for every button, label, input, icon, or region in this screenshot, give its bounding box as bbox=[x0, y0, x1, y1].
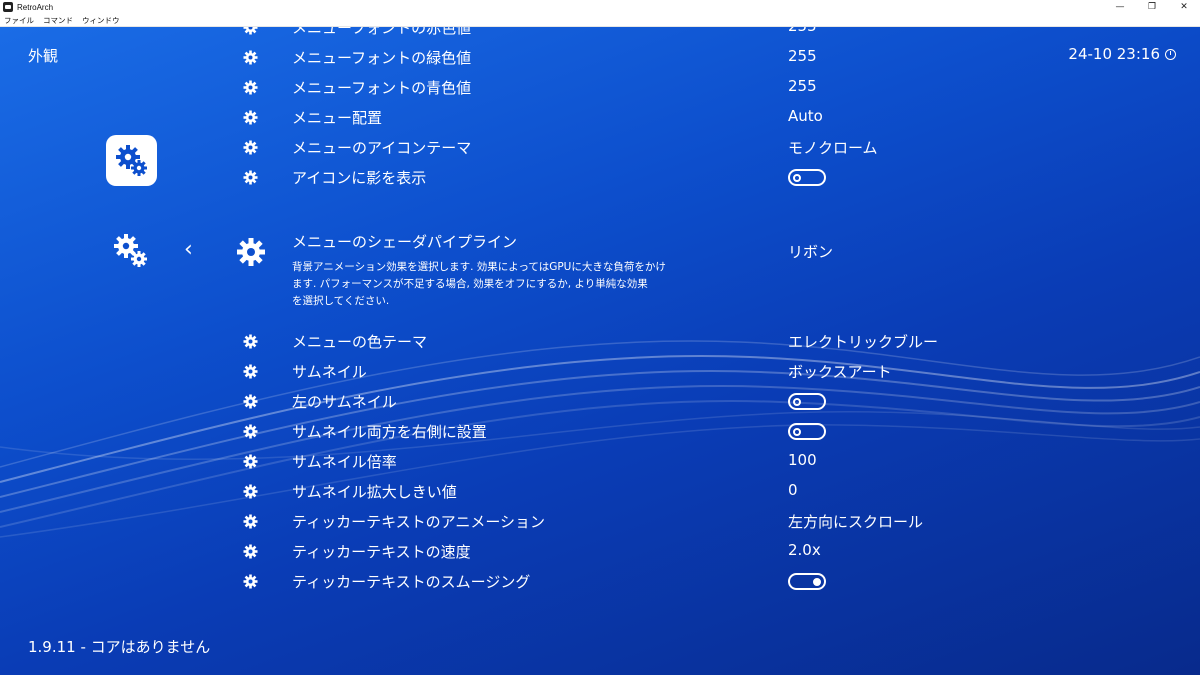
gear-icon bbox=[243, 454, 258, 469]
gear-icon bbox=[243, 484, 258, 499]
menu-item[interactable]: サムネイル両方を右側に設置 bbox=[0, 417, 1200, 445]
menu-window[interactable]: ウィンドウ bbox=[82, 15, 120, 26]
maximize-button[interactable]: ❐ bbox=[1136, 0, 1168, 14]
menu-item[interactable]: メニューフォントの緑色値 255 bbox=[0, 43, 1200, 71]
menu-item-value: エレクトリックブルー bbox=[788, 333, 939, 351]
menu-item-label: サムネイル両方を右側に設置 bbox=[292, 423, 487, 441]
version-core-status: 1.9.11 - コアはありません bbox=[28, 638, 211, 656]
menu-item-value: 0 bbox=[788, 481, 798, 499]
menu-file[interactable]: ファイル bbox=[4, 15, 34, 26]
toggle-knob bbox=[813, 577, 821, 586]
menu-item-label: サムネイル bbox=[292, 363, 367, 381]
menu-item[interactable]: サムネイル倍率 100 bbox=[0, 447, 1200, 475]
menu-item-label: メニューフォントの赤色値 bbox=[292, 27, 472, 37]
toggle-switch[interactable] bbox=[788, 393, 826, 410]
menu-item-value: 左方向にスクロール bbox=[788, 513, 924, 531]
menu-item-value: Auto bbox=[788, 107, 823, 125]
gear-icon bbox=[243, 27, 258, 35]
menu-item[interactable]: メニューフォントの青色値 255 bbox=[0, 73, 1200, 101]
gear-icon bbox=[243, 140, 258, 155]
menu-item-label: サムネイル拡大しきい値 bbox=[292, 483, 457, 501]
menu-command[interactable]: コマンド bbox=[43, 15, 73, 26]
toggle-switch[interactable] bbox=[788, 169, 826, 186]
gear-icon bbox=[243, 424, 258, 439]
close-button[interactable]: ✕ bbox=[1168, 0, 1200, 14]
menu-item-label: メニュー配置 bbox=[292, 109, 383, 127]
gear-icon bbox=[243, 544, 258, 559]
menu-item-label: メニューの色テーマ bbox=[292, 333, 428, 351]
toggle-knob bbox=[793, 427, 801, 436]
toggle-knob bbox=[793, 173, 801, 182]
gear-icon bbox=[237, 238, 265, 266]
menu-item[interactable]: ティッカーテキストのアニメーション 左方向にスクロール bbox=[0, 507, 1200, 535]
menu-item-label: ティッカーテキストの速度 bbox=[292, 543, 471, 561]
gear-icon bbox=[243, 170, 258, 185]
gear-icon bbox=[243, 110, 258, 125]
toggle-knob bbox=[793, 397, 801, 406]
selected-menu-item[interactable]: メニューのシェーダパイプライン リボン 背景アニメーション効果を選択します. 効… bbox=[0, 227, 1200, 307]
menu-item[interactable]: メニューのアイコンテーマ モノクローム bbox=[0, 133, 1200, 161]
menu-item-label: アイコンに影を表示 bbox=[292, 169, 427, 187]
gear-icon bbox=[243, 50, 258, 65]
gear-icon bbox=[243, 364, 258, 379]
menu-item-description: 背景アニメーション効果を選択します. 効果によってはGPUに大きな負荷をかけ ま… bbox=[292, 259, 712, 310]
description-line: 背景アニメーション効果を選択します. 効果によってはGPUに大きな負荷をかけ bbox=[292, 261, 666, 273]
menu-content: 外観 24-10 23:16 ‹ メニューフォントの赤色値 メニューフォントの緑… bbox=[0, 27, 1200, 675]
menu-bar: ファイル コマンド ウィンドウ bbox=[0, 14, 1200, 27]
menu-item-value: 255 bbox=[788, 47, 817, 65]
gear-icon bbox=[243, 574, 258, 589]
toggle-switch[interactable] bbox=[788, 573, 826, 590]
menu-item-value: 2.0x bbox=[788, 541, 821, 559]
menu-item-label: 左のサムネイル bbox=[292, 393, 397, 411]
window-title: RetroArch bbox=[17, 2, 54, 12]
gear-icon bbox=[243, 394, 258, 409]
menu-item-label: メニューのシェーダパイプライン bbox=[292, 233, 518, 251]
window-controls: — ❐ ✕ bbox=[1104, 0, 1200, 14]
menu-item[interactable]: メニューフォントの赤色値 255 bbox=[0, 27, 1200, 41]
description-line: を選択してください. bbox=[292, 295, 390, 307]
menu-item-label: メニューフォントの緑色値 bbox=[292, 49, 472, 67]
gear-icon bbox=[243, 80, 258, 95]
retroarch-app-icon bbox=[3, 2, 13, 12]
menu-item[interactable]: メニュー配置 Auto bbox=[0, 103, 1200, 131]
menu-item-label: メニューフォントの青色値 bbox=[292, 79, 472, 97]
menu-item[interactable]: アイコンに影を表示 bbox=[0, 163, 1200, 191]
menu-item[interactable]: ティッカーテキストの速度 2.0x bbox=[0, 537, 1200, 565]
menu-item-label: ティッカーテキストのスムージング bbox=[292, 573, 531, 591]
gear-icon bbox=[243, 514, 258, 529]
menu-item[interactable]: ティッカーテキストのスムージング bbox=[0, 567, 1200, 595]
minimize-button[interactable]: — bbox=[1104, 0, 1136, 14]
toggle-switch[interactable] bbox=[788, 423, 826, 440]
menu-item[interactable]: サムネイル ボックスアート bbox=[0, 357, 1200, 385]
gear-icon bbox=[243, 334, 258, 349]
menu-item-value: 255 bbox=[788, 77, 817, 95]
menu-item-value: 255 bbox=[788, 27, 817, 35]
menu-item-value: 100 bbox=[788, 451, 817, 469]
menu-item[interactable]: サムネイル拡大しきい値 0 bbox=[0, 477, 1200, 505]
description-line: ます. パフォーマンスが不足する場合, 効果をオフにするか, より単純な効果 bbox=[292, 278, 648, 290]
menu-item-value: リボン bbox=[788, 243, 834, 261]
menu-item-label: メニューのアイコンテーマ bbox=[292, 139, 472, 157]
menu-item[interactable]: メニューの色テーマ エレクトリックブルー bbox=[0, 327, 1200, 355]
title-bar: RetroArch — ❐ ✕ bbox=[0, 0, 1200, 14]
menu-item[interactable]: 左のサムネイル bbox=[0, 387, 1200, 415]
menu-item-label: サムネイル倍率 bbox=[292, 453, 397, 471]
menu-item-label: ティッカーテキストのアニメーション bbox=[292, 513, 546, 531]
menu-item-value: モノクローム bbox=[788, 139, 878, 157]
menu-item-value: ボックスアート bbox=[788, 363, 892, 381]
